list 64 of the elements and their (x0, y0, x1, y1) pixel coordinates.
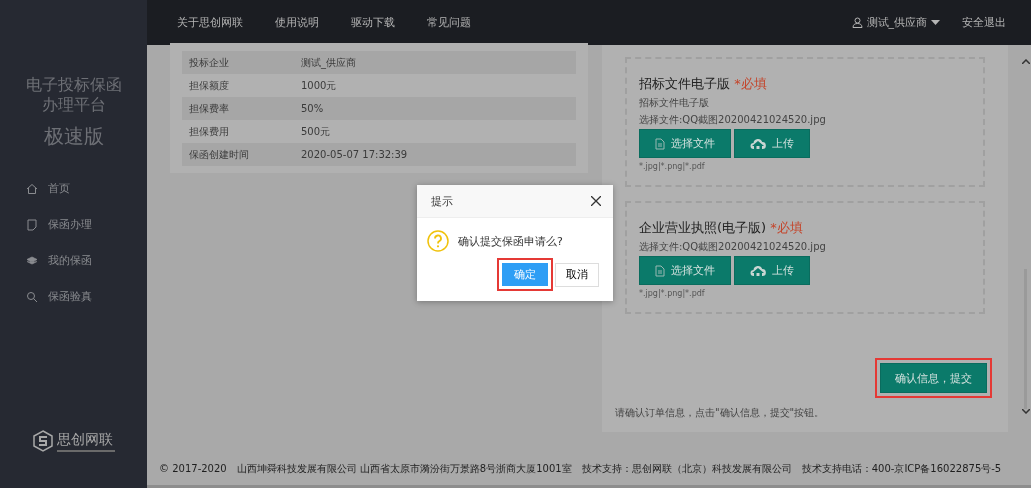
upload-button[interactable]: 上传 (734, 129, 810, 158)
note-icon (26, 218, 38, 231)
submit-hint: 请确认订单信息，点击"确认信息，提交"按钮。 (615, 406, 826, 420)
logo-name: 思创网联 (57, 430, 114, 449)
upload-title: 企业营业执照(电子版) *必填 (639, 219, 804, 237)
question-icon (427, 230, 449, 252)
caret-icon (931, 20, 940, 25)
footer-text: © 2017-2020 (159, 463, 227, 474)
choose-file-button[interactable]: 选择文件 (639, 129, 731, 158)
sidebar-item[interactable]: 首页 (0, 178, 147, 199)
footer-text: 技术支持：思创网联（北京）科技发展有限公司 (581, 461, 792, 476)
cancel-button[interactable]: 取消 (555, 262, 599, 287)
field-label: 担保额度 (188, 78, 230, 93)
field-label: 担保费率 (188, 101, 230, 116)
nav-link[interactable]: 使用说明 (275, 15, 319, 30)
platform-title: 电子投标保函 办理平台 (24, 75, 123, 115)
layers-icon (26, 254, 38, 267)
scroll-up-icon (1021, 59, 1030, 64)
close-icon[interactable] (591, 196, 601, 206)
tagline-line (57, 449, 115, 452)
scroll-down-icon (1021, 409, 1030, 414)
field-value: 2020-05-07 17:32:39 (301, 149, 408, 160)
document-icon (655, 264, 665, 277)
search-icon (26, 290, 38, 303)
choose-file-button[interactable]: 选择文件 (639, 256, 731, 285)
field-label: 保函创建时间 (188, 147, 250, 162)
cloud-upload-icon (750, 137, 766, 150)
user-menu[interactable]: 测试_供应商 (851, 15, 940, 30)
field-value: 500元 (301, 124, 331, 139)
user-icon (851, 17, 863, 28)
dialog-title: 提示 (431, 193, 453, 209)
menu-label: 我的保函 (48, 253, 92, 268)
nav-link[interactable]: 驱动下载 (351, 15, 395, 30)
menu-label: 保函验真 (48, 289, 92, 304)
home-icon (26, 182, 38, 195)
upload-subtitle: 招标文件电子版 (639, 96, 710, 110)
sidebar-item[interactable]: 保函办理 (0, 214, 147, 235)
document-icon (655, 137, 665, 150)
ok-button[interactable]: 确定 (502, 263, 548, 286)
upload-title: 招标文件电子版 *必填 (639, 75, 768, 93)
submit-button[interactable]: 确认信息，提交 (880, 363, 987, 393)
footer-text: 山西坤舜科技发展有限公司 山西省太原市漪汾街万景路8号浙商大厦1001室 (236, 461, 572, 476)
field-value: 50% (301, 103, 324, 114)
hexagon-logo-icon (33, 430, 53, 452)
edition-label: 极速版 (42, 123, 105, 150)
logout-link[interactable]: 安全退出 (962, 15, 1006, 30)
field-value: 1000元 (301, 78, 337, 93)
field-value: 测试_供应商 (301, 55, 356, 70)
format-hint: *.jpg|*.png|*.pdf (639, 162, 706, 171)
upload-button[interactable]: 上传 (734, 256, 810, 285)
sidebar-item[interactable]: 保函验真 (0, 286, 147, 307)
file-name: 选择文件:QQ截图20200421024520.jpg (639, 113, 827, 127)
nav-link[interactable]: 关于思创网联 (177, 15, 243, 30)
menu-label: 首页 (48, 181, 70, 196)
file-name: 选择文件:QQ截图20200421024520.jpg (639, 240, 827, 254)
field-label: 投标企业 (188, 55, 230, 70)
format-hint: *.jpg|*.png|*.pdf (639, 289, 706, 298)
cloud-upload-icon (750, 264, 766, 277)
field-label: 担保费用 (188, 124, 230, 139)
dialog-message: 确认提交保函申请么? (458, 233, 563, 249)
menu-label: 保函办理 (48, 217, 92, 232)
footer-text: 技术支持电话：400-京ICP备16022875号-5 (801, 461, 1002, 476)
nav-link[interactable]: 常见问题 (427, 15, 471, 30)
sidebar-item[interactable]: 我的保函 (0, 250, 147, 271)
